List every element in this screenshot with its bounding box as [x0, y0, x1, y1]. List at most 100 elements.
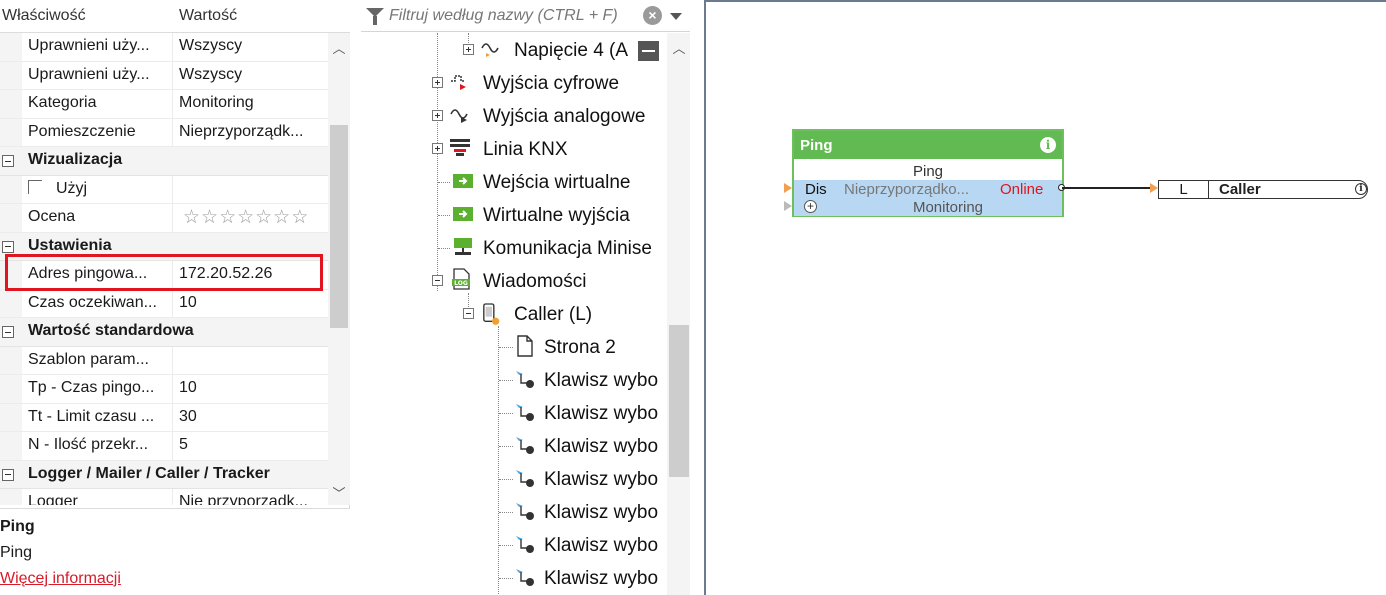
column-separator: [172, 346, 173, 374]
property-row-category[interactable]: Kategoria Monitoring: [0, 90, 328, 119]
property-name: Kategoria: [28, 94, 97, 111]
tree-item-voltage[interactable]: Napięcie 4 (A: [457, 33, 667, 66]
group-default-value[interactable]: Wartość standardowa: [0, 318, 328, 347]
property-row-rating[interactable]: Ocena ☆☆☆☆☆☆☆: [0, 204, 328, 233]
tree-item-messages[interactable]: LOG Wiadomości: [426, 264, 666, 297]
scroll-down-icon[interactable]: ﹀: [330, 483, 348, 502]
property-row-timeout[interactable]: Czas oczekiwan... 10: [0, 289, 328, 318]
caller-letter: L: [1159, 181, 1209, 198]
property-row[interactable]: Szablon param...: [0, 346, 328, 375]
group-visualization[interactable]: Wizualizacja: [0, 147, 328, 176]
caller-block[interactable]: L Caller i: [1158, 180, 1368, 199]
clear-filter-icon[interactable]: ×: [643, 6, 662, 25]
tree-item-key[interactable]: Klawisz wybo: [487, 363, 667, 396]
tree-item-key[interactable]: Klawisz wybo: [487, 495, 667, 528]
filter-dropdown-icon[interactable]: [670, 13, 682, 20]
tree-item-digital-outputs[interactable]: Wyjścia cyfrowe: [426, 66, 666, 99]
property-value[interactable]: Monitoring: [179, 94, 328, 112]
property-row[interactable]: N - Ilość przekr... 5: [0, 432, 328, 461]
ping-block[interactable]: Ping i Ping Dis Nieprzyporządko... Onlin…: [792, 129, 1064, 217]
row-gutter: [0, 118, 22, 146]
scroll-up-icon[interactable]: ︿: [670, 38, 688, 57]
analog-input-icon: [481, 43, 499, 57]
expand-icon[interactable]: [432, 110, 443, 121]
key-icon: [516, 503, 534, 520]
collapse-toggle[interactable]: [2, 240, 14, 253]
group-logger[interactable]: Logger / Mailer / Caller / Tracker: [0, 460, 328, 489]
input-pin-dis[interactable]: [784, 183, 792, 193]
property-row[interactable]: Tt - Limit czasu ... 30: [0, 403, 328, 432]
tree-scrollbar-thumb[interactable]: [669, 325, 689, 477]
tree-item-knx-line[interactable]: Linia KNX: [426, 132, 666, 165]
collapse-toggle[interactable]: [2, 468, 14, 481]
property-value[interactable]: Wszyscy: [179, 37, 328, 55]
info-icon[interactable]: i: [1040, 137, 1056, 153]
collapse-toggle[interactable]: [2, 326, 14, 338]
svg-text:LOG: LOG: [454, 280, 468, 287]
property-value[interactable]: 10: [179, 379, 328, 397]
property-name: Tt - Limit czasu ...: [28, 407, 155, 425]
tree-item-page[interactable]: Strona 2: [487, 330, 667, 363]
connection-wire[interactable]: [1062, 187, 1154, 189]
property-row[interactable]: Uprawnieni uży... Wszyscy: [0, 33, 328, 62]
ping-block-header[interactable]: Ping i: [794, 131, 1062, 159]
column-separator: [172, 375, 173, 403]
property-row-logger[interactable]: Logger Nie przyporządk...: [0, 489, 328, 505]
expand-icon[interactable]: [463, 44, 474, 55]
tree-item-virtual-outputs[interactable]: Wirtualne wyjścia: [426, 198, 666, 231]
property-value[interactable]: Nie przyporządk...: [179, 493, 328, 505]
info-subtitle: Ping: [0, 544, 33, 561]
column-header-property[interactable]: Właściwość: [2, 7, 86, 25]
tree-scrollbar[interactable]: ︿: [667, 33, 690, 595]
property-value[interactable]: 5: [179, 436, 328, 454]
tree-label: Klawisz wybo: [544, 403, 659, 424]
block-io-row[interactable]: Dis Nieprzyporządko... Online: [794, 180, 1062, 198]
more-info-link[interactable]: Więcej informacji: [0, 570, 121, 588]
tree-connector: [438, 215, 450, 216]
row-gutter: [0, 289, 22, 317]
expand-icon[interactable]: [432, 143, 443, 154]
use-checkbox[interactable]: [28, 179, 42, 194]
tree-item-communication[interactable]: Komunikacja Minise: [426, 231, 667, 264]
collapse-icon[interactable]: [432, 275, 443, 286]
collapse-toggle[interactable]: [2, 155, 14, 167]
property-value[interactable]: 10: [179, 294, 328, 312]
expand-icon[interactable]: [432, 77, 443, 88]
tree-item-key[interactable]: Klawisz wybo: [487, 429, 667, 462]
property-row-room[interactable]: Pomieszczenie Nieprzyporządk...: [0, 118, 328, 147]
tree-item-key[interactable]: Klawisz wybo: [487, 528, 667, 561]
tree-label: Wyjścia analogowe: [483, 106, 646, 127]
property-row-use[interactable]: Użyj: [0, 175, 328, 204]
input-pin-add[interactable]: [784, 201, 792, 211]
tree-label: Wirtualne wyjścia: [483, 205, 630, 226]
tree-connector: [438, 182, 450, 183]
filter-input[interactable]: [389, 5, 641, 27]
logic-canvas[interactable]: Ping i Ping Dis Nieprzyporządko... Onlin…: [704, 0, 1386, 595]
block-category-row[interactable]: + Monitoring: [794, 198, 1062, 216]
property-value[interactable]: Wszyscy: [179, 66, 328, 84]
properties-scrollbar-thumb[interactable]: [330, 125, 348, 328]
tree-item-virtual-inputs[interactable]: Wejścia wirtualne: [426, 165, 666, 198]
tree-label: Linia KNX: [483, 139, 568, 160]
tree-item-key[interactable]: Klawisz wybo: [487, 396, 667, 429]
tree-item-caller[interactable]: Caller (L): [457, 297, 667, 330]
tree-item-key[interactable]: Klawisz wybo: [487, 561, 667, 594]
property-row[interactable]: Tp - Czas pingo... 10: [0, 375, 328, 404]
column-header-value[interactable]: Wartość: [179, 7, 237, 25]
tree-item-key[interactable]: Klawisz wybo: [487, 462, 667, 495]
rating-stars[interactable]: ☆☆☆☆☆☆☆: [183, 206, 309, 229]
tree-item-analog-outputs[interactable]: Wyjścia analogowe: [426, 99, 666, 132]
info-icon[interactable]: i: [1355, 183, 1367, 195]
column-separator: [172, 118, 173, 146]
tree-label: Klawisz wybo: [544, 502, 659, 523]
column-separator: [172, 403, 173, 431]
property-value[interactable]: 30: [179, 408, 328, 426]
block-title: Ping: [800, 137, 833, 154]
property-row[interactable]: Uprawnieni uży... Wszyscy: [0, 61, 328, 90]
scroll-up-icon[interactable]: ︿: [330, 38, 348, 57]
caller-input-pin[interactable]: [1150, 183, 1158, 193]
collapse-square-icon[interactable]: [638, 41, 659, 61]
tree-connector: [499, 512, 513, 513]
collapse-icon[interactable]: [463, 308, 474, 319]
property-value[interactable]: Nieprzyporządk...: [179, 123, 328, 141]
